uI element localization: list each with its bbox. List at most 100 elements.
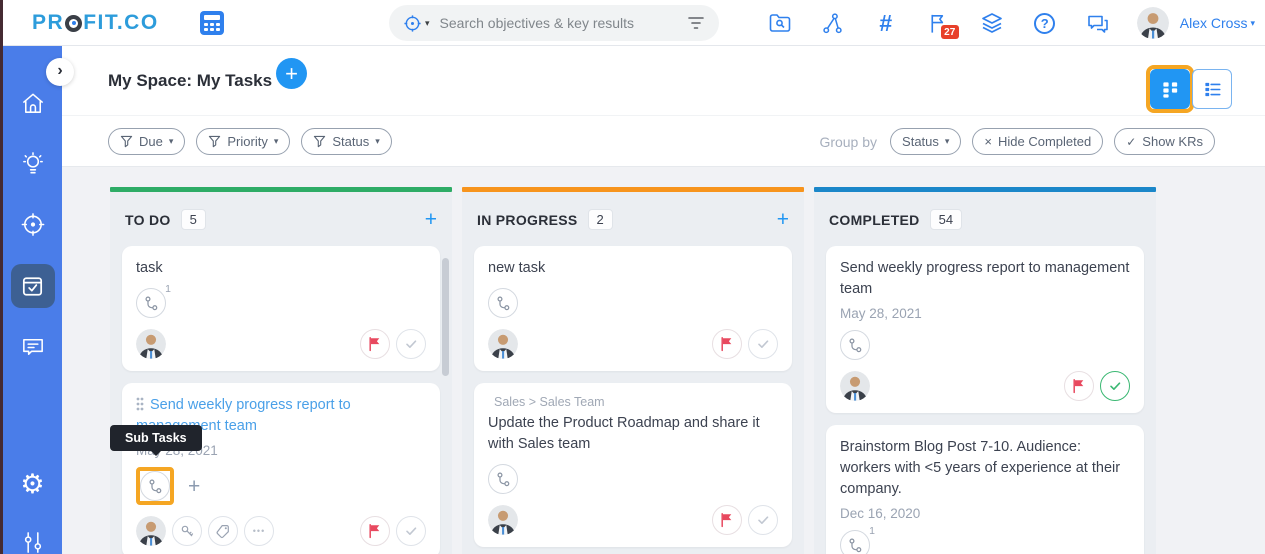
sidebar-item-tasks-active[interactable] xyxy=(10,264,55,308)
show-krs-toggle[interactable]: ✓ Show KRs xyxy=(1114,128,1215,155)
user-menu-caret-icon: ▾ xyxy=(1250,17,1255,28)
task-title[interactable]: Send weekly progress report to managemen… xyxy=(840,258,1130,300)
assignee-avatar[interactable] xyxy=(488,505,518,535)
task-completed-date: Dec 16, 2020 xyxy=(840,506,921,522)
complete-button[interactable] xyxy=(748,505,778,536)
chat-icon[interactable] xyxy=(1086,11,1110,35)
subtasks-button[interactable] xyxy=(488,464,518,495)
help-icon[interactable]: ? xyxy=(1033,11,1057,35)
flag-button[interactable] xyxy=(360,516,390,547)
column-todo-count: 5 xyxy=(180,209,206,230)
search-target-icon[interactable] xyxy=(403,14,422,33)
assignee-avatar[interactable] xyxy=(136,516,166,546)
subtasks-button[interactable] xyxy=(140,471,170,502)
caret-down-icon: ▾ xyxy=(944,136,950,146)
subtask-icon xyxy=(494,294,513,313)
column-scrollbar[interactable] xyxy=(442,258,449,376)
sidebar-item-feedback[interactable] xyxy=(19,333,46,360)
sidebar-collapse-button[interactable]: › xyxy=(46,58,74,86)
subtasks-button[interactable]: 1 xyxy=(840,525,875,554)
sidebar-item-settings[interactable]: ⚙ xyxy=(19,469,46,499)
search-filter-icon[interactable] xyxy=(687,16,705,30)
key-result-button[interactable] xyxy=(172,516,202,547)
sidebar-item-okrs[interactable] xyxy=(19,211,46,238)
check-icon xyxy=(755,336,771,352)
task-title[interactable]: Update the Product Roadmap and share it … xyxy=(488,413,778,455)
add-task-button[interactable]: + xyxy=(276,58,307,89)
complete-button[interactable] xyxy=(748,329,778,360)
column-completed: COMPLETED 54 Send weekly progress report… xyxy=(814,187,1156,554)
task-card[interactable]: task 1 xyxy=(122,246,440,372)
task-card[interactable]: Brainstorm Blog Post 7-10. Audience: wor… xyxy=(826,425,1144,554)
subtask-icon xyxy=(142,294,161,313)
check-icon xyxy=(403,523,419,539)
global-search[interactable]: ▾ xyxy=(389,5,719,41)
key-icon xyxy=(179,523,195,539)
filter-band: Due ▾ Priority ▾ Status ▾ Group by Statu… xyxy=(62,115,1265,167)
completed-button[interactable] xyxy=(1100,371,1130,402)
hashtag-icon[interactable]: # xyxy=(874,10,898,36)
group-by-select[interactable]: Status ▾ xyxy=(890,128,962,155)
user-avatar[interactable] xyxy=(1137,7,1169,39)
kanban-view-button[interactable] xyxy=(1150,69,1190,109)
task-card[interactable]: Send weekly progress report to managemen… xyxy=(826,246,1144,414)
filter-priority-label: Priority xyxy=(227,134,268,149)
assignee-avatar[interactable] xyxy=(840,371,870,401)
view-toggle xyxy=(1146,65,1232,113)
kanban-board: TO DO 5 + task 1 Send weekly progress re… xyxy=(110,187,1156,554)
assignee-avatar[interactable] xyxy=(136,329,166,359)
complete-button[interactable] xyxy=(396,516,426,547)
flag-notifications-icon[interactable]: 27 xyxy=(927,11,959,39)
task-card[interactable]: new task xyxy=(474,246,792,372)
user-name-label: Alex Cross xyxy=(1179,15,1248,31)
complete-button[interactable] xyxy=(396,329,426,360)
calculator-icon[interactable] xyxy=(199,10,225,36)
column-inprogress-add-button[interactable]: + xyxy=(777,209,789,230)
filter-pills: Due ▾ Priority ▾ Status ▾ xyxy=(108,128,392,155)
user-menu[interactable]: Alex Cross ▾ xyxy=(1180,15,1255,31)
search-scope-caret-icon[interactable]: ▾ xyxy=(425,18,430,29)
drag-handle-icon[interactable] xyxy=(136,397,144,411)
group-by-label: Group by xyxy=(819,133,878,150)
tag-button[interactable] xyxy=(208,516,238,547)
chevron-right-icon: › xyxy=(57,62,63,79)
subtask-icon xyxy=(146,477,165,496)
task-card[interactable]: Send weekly progress report to managemen… xyxy=(110,383,440,554)
column-inprogress: IN PROGRESS 2 + new task Sales > Sales T… xyxy=(462,187,804,554)
hide-completed-toggle[interactable]: × Hide Completed xyxy=(972,128,1104,155)
task-title[interactable]: Brainstorm Blog Post 7-10. Audience: wor… xyxy=(840,437,1130,500)
task-card[interactable]: Sales > Sales Team Update the Product Ro… xyxy=(474,383,792,548)
profit-co-logo[interactable]: PR FIT.CO xyxy=(32,11,159,35)
sidebar-item-ideas[interactable] xyxy=(19,151,46,178)
flag-icon xyxy=(1071,378,1087,394)
list-view-button[interactable] xyxy=(1192,69,1232,109)
more-options-button[interactable]: ••• xyxy=(244,516,274,547)
subtask-icon xyxy=(846,336,865,355)
task-title[interactable]: new task xyxy=(488,258,778,279)
sidebar-item-integrations[interactable] xyxy=(19,529,46,554)
folder-search-icon[interactable] xyxy=(768,11,792,35)
top-header: PR FIT.CO ▾ Search objectives & key resu… xyxy=(3,0,1265,46)
filter-due[interactable]: Due ▾ xyxy=(108,128,186,155)
check-icon xyxy=(1107,378,1123,394)
subtasks-button[interactable]: 1 xyxy=(136,283,171,319)
alignment-hierarchy-icon[interactable] xyxy=(821,11,845,35)
page-title: My Space: My Tasks xyxy=(108,71,273,90)
column-inprogress-count: 2 xyxy=(587,209,613,230)
layers-icon[interactable] xyxy=(980,11,1004,35)
flag-button[interactable] xyxy=(712,505,742,536)
flag-button[interactable] xyxy=(1064,371,1094,402)
add-subtask-button[interactable]: + xyxy=(188,476,200,497)
flag-icon xyxy=(367,336,383,352)
filter-priority[interactable]: Priority ▾ xyxy=(196,128,291,155)
subtasks-button[interactable] xyxy=(488,288,518,319)
filter-status[interactable]: Status ▾ xyxy=(301,128,392,155)
task-title[interactable]: task xyxy=(136,258,426,279)
column-todo-add-button[interactable]: + xyxy=(425,209,437,230)
assignee-avatar[interactable] xyxy=(488,329,518,359)
flag-button[interactable] xyxy=(360,329,390,360)
sidebar-item-home[interactable] xyxy=(19,90,46,117)
flag-button[interactable] xyxy=(712,329,742,360)
search-input[interactable] xyxy=(439,15,687,31)
subtasks-button[interactable] xyxy=(840,330,870,361)
